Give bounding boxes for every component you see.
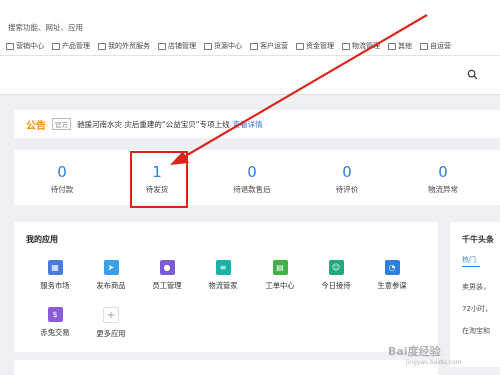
store-icon: ▦ [47, 260, 63, 275]
news-item[interactable]: 在淘宝和 [462, 326, 490, 336]
app-label: 今日接待 [321, 281, 351, 290]
app-staff-management[interactable]: ● 员工管理 [139, 260, 195, 291]
app-label: 员工管理 [152, 281, 182, 290]
section-title: 千牛头条 [462, 235, 494, 244]
section-title: 我的应用 [26, 235, 58, 244]
app-more-apps[interactable]: + 更多应用 [83, 307, 139, 339]
money-icon: $ [47, 307, 63, 322]
doc-icon: ≡ [215, 260, 231, 275]
news-item[interactable]: 72小时， [462, 304, 492, 314]
chart-icon: ◔ [384, 260, 400, 275]
bookmark-item[interactable]: 店铺管理 [158, 41, 196, 51]
news-item[interactable]: 卖男装， [462, 282, 490, 292]
search-icon [467, 69, 477, 79]
app-label: 服务市场 [40, 281, 70, 290]
bookmark-item[interactable]: 资金管理 [296, 41, 334, 51]
folder-icon [204, 42, 212, 50]
bookmark-item[interactable]: 营销中心 [6, 41, 44, 51]
contacts-icon: ☺ [328, 260, 344, 275]
app-publish-product[interactable]: ➤ 发布商品 [83, 260, 139, 291]
stat-value: 0 [438, 163, 448, 181]
announcement-text[interactable]: 驰援河南水灾 灾后重建的“公益宝贝”专项上线 [77, 119, 230, 130]
search-input[interactable]: 搜索功能、网址、应用 [8, 22, 83, 33]
bookmark-item[interactable]: 客户运营 [250, 41, 288, 51]
app-today-reception[interactable]: ☺ 今日接待 [308, 260, 364, 291]
folder-icon [420, 42, 428, 50]
view-details-link[interactable]: 查看详情 [233, 119, 263, 130]
bookmark-item[interactable]: 自运营 [420, 41, 451, 51]
stat-label: 待付款 [50, 185, 74, 194]
stat-pending-review[interactable]: 0 待评价 [312, 164, 382, 195]
folder-icon [6, 42, 14, 50]
my-apps-card: 我的应用 ▦ 服务市场 ➤ 发布商品 ● 员工管理 ≡ 物流管家 ▤ 工单中心 … [14, 222, 438, 352]
stat-logistics-exception[interactable]: 0 物流异常 [408, 164, 478, 195]
order-stats-card: 0 待付款 1 待发货 0 待退款售后 0 待评价 0 物流异常 [14, 150, 500, 205]
stat-pending-payment[interactable]: 0 待付款 [27, 164, 97, 195]
bookmark-item[interactable]: 产品管理 [52, 41, 90, 51]
bookmark-item[interactable]: 我的外贸服务 [98, 41, 150, 51]
app-logistics-manager[interactable]: ≡ 物流管家 [195, 260, 251, 291]
app-label: 更多应用 [96, 329, 126, 338]
app-label: 物流管家 [208, 281, 238, 290]
app-ticket-center[interactable]: ▤ 工单中心 [252, 260, 308, 291]
app-chitu-trade[interactable]: $ 赤兔交易 [27, 307, 83, 338]
watermark: Bai度经验 jingyan.baidu.com [388, 345, 462, 366]
stat-label: 物流异常 [428, 185, 458, 194]
calendar-icon: ▤ [272, 260, 288, 275]
search-button[interactable] [457, 63, 487, 85]
plus-icon: + [103, 307, 119, 323]
stat-label: 待评价 [335, 185, 359, 194]
app-label: 发布商品 [96, 281, 126, 290]
stat-value: 0 [342, 163, 352, 181]
bookmark-item[interactable]: 货源中心 [204, 41, 242, 51]
highlight-box [130, 151, 188, 208]
tab-indicator [462, 266, 480, 267]
stat-value: 0 [247, 163, 257, 181]
folder-icon [98, 42, 106, 50]
app-service-market[interactable]: ▦ 服务市场 [27, 260, 83, 291]
bookmark-item[interactable]: 物流管理 [342, 41, 380, 51]
official-tag: 官方 [52, 118, 71, 130]
app-label: 工单中心 [265, 281, 295, 290]
announcement-bar: 公告 官方 驰援河南水灾 灾后重建的“公益宝贝”专项上线 查看详情 [14, 110, 500, 138]
folder-icon [158, 42, 166, 50]
app-label: 赤兔交易 [40, 328, 70, 337]
bookmark-item[interactable]: 其他 [388, 41, 412, 51]
divider [0, 55, 500, 56]
announcement-label: 公告 [26, 120, 46, 132]
app-business-advisor[interactable]: ◔ 生意参谋 [364, 260, 420, 291]
tab-hot[interactable]: 热门 [462, 255, 476, 265]
send-icon: ➤ [103, 260, 119, 275]
stat-value: 0 [57, 163, 67, 181]
folder-icon [388, 42, 396, 50]
stat-pending-refund[interactable]: 0 待退款售后 [217, 164, 287, 195]
stat-label: 待退款售后 [233, 185, 271, 194]
folder-icon [250, 42, 258, 50]
divider [0, 94, 500, 95]
folder-icon [296, 42, 304, 50]
app-label: 生意参谋 [377, 281, 407, 290]
folder-icon [342, 42, 350, 50]
bookmarks-bar: 营销中心 产品管理 我的外贸服务 店铺管理 货源中心 客户运营 资金管理 物流管… [6, 41, 451, 51]
user-icon: ● [159, 260, 175, 275]
bottom-card [14, 360, 438, 375]
top-bar: 搜索功能、网址、应用 营销中心 产品管理 我的外贸服务 店铺管理 货源中心 客户… [0, 0, 500, 95]
folder-icon [52, 42, 60, 50]
